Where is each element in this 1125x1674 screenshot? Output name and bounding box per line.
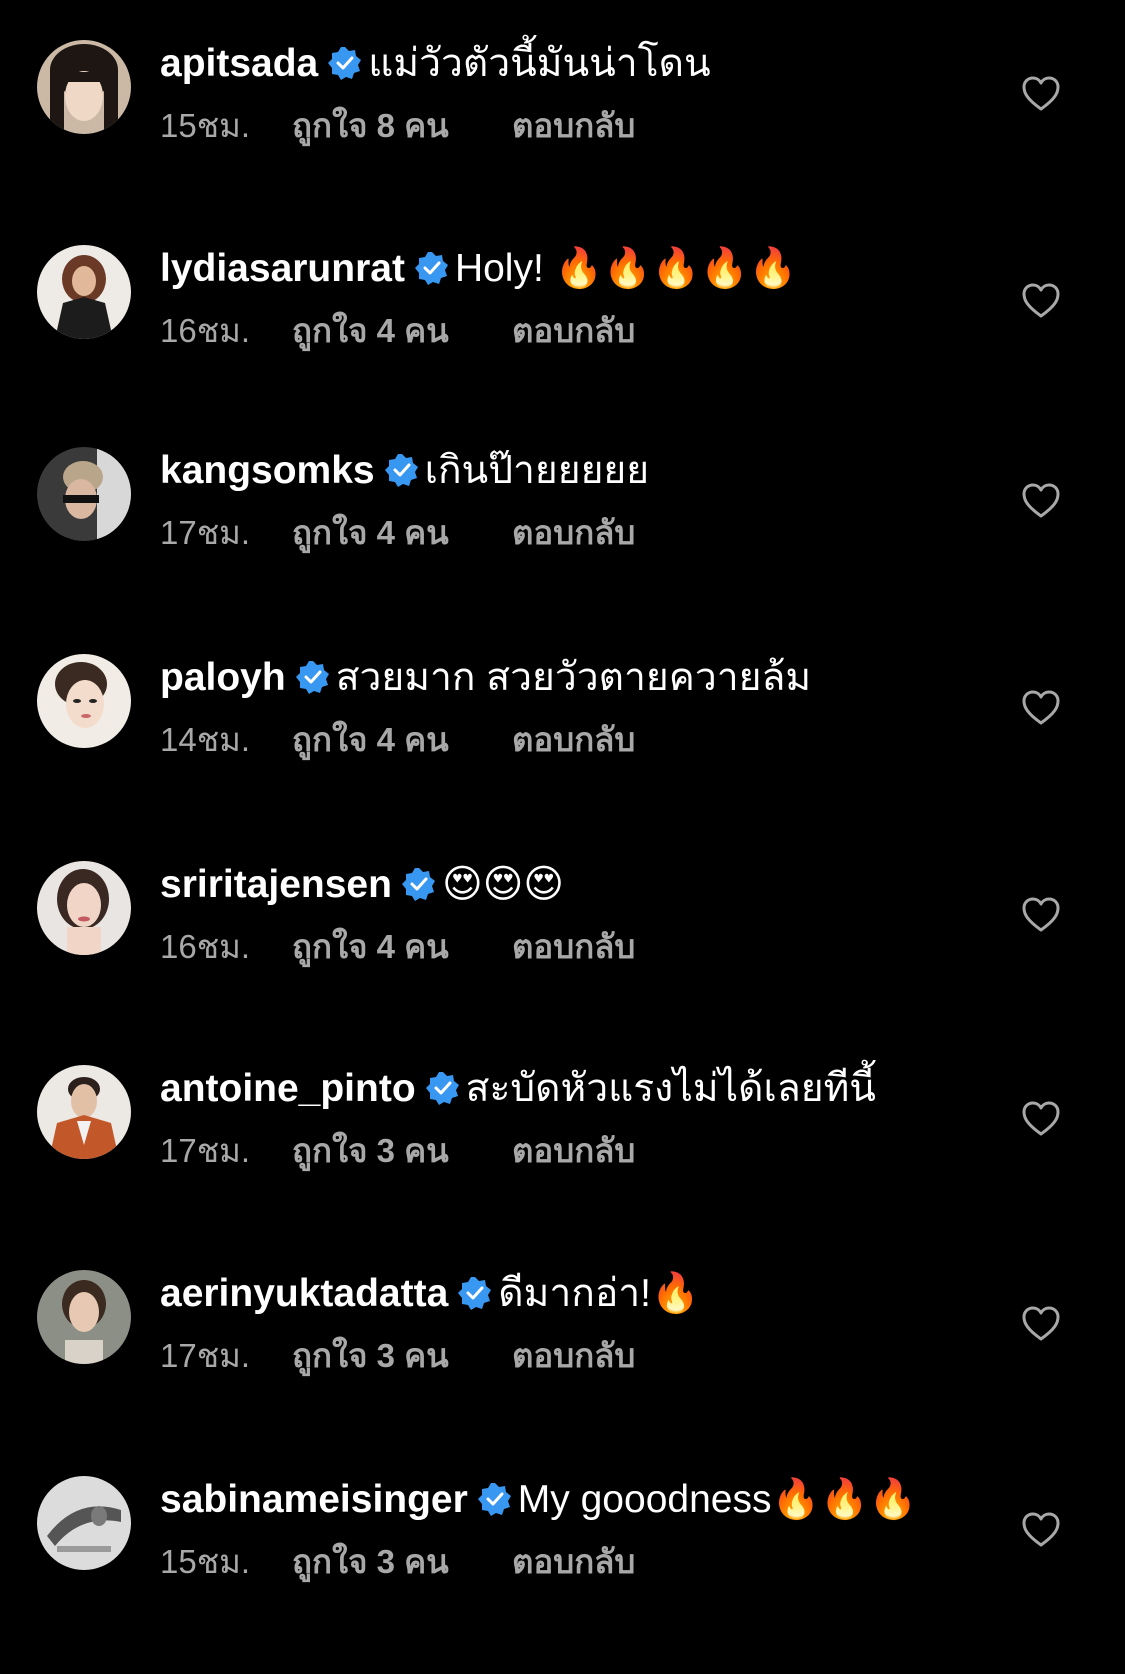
- username[interactable]: apitsada: [160, 42, 318, 85]
- like-heart-icon[interactable]: [1022, 1306, 1060, 1342]
- comment-text: My gooodness🔥🔥🔥: [517, 1478, 918, 1521]
- verified-badge-icon: [384, 453, 419, 487]
- comment-text: สวยมาก สวยวัวตายควายล้ม: [335, 656, 812, 699]
- reply-button[interactable]: ตอบกลับ: [512, 106, 635, 146]
- reply-button[interactable]: ตอบกลับ: [512, 927, 635, 967]
- verified-badge-icon: [477, 1482, 512, 1516]
- avatar[interactable]: [37, 654, 131, 748]
- avatar[interactable]: [37, 1065, 131, 1159]
- verified-badge-icon: [414, 251, 449, 285]
- verified-badge-icon: [328, 46, 362, 80]
- comment-text: ดีมากอ่า!🔥: [498, 1272, 700, 1315]
- reply-button[interactable]: ตอบกลับ: [512, 1336, 635, 1376]
- username[interactable]: sabinameisinger: [160, 1478, 468, 1521]
- likes-count[interactable]: ถูกใจ 4 คน: [292, 927, 512, 967]
- likes-count[interactable]: ถูกใจ 4 คน: [292, 720, 512, 760]
- likes-count[interactable]: ถูกใจ 3 คน: [292, 1336, 512, 1376]
- comment-time: 14ชม.: [160, 721, 251, 758]
- reply-button[interactable]: ตอบกลับ: [512, 311, 635, 351]
- username[interactable]: paloyh: [160, 656, 286, 699]
- comment-time: 16ชม.: [160, 312, 251, 349]
- verified-badge-icon: [295, 660, 330, 694]
- like-heart-icon[interactable]: [1022, 1512, 1060, 1548]
- avatar[interactable]: [37, 1270, 131, 1364]
- comment-time: 15ชม.: [160, 107, 251, 144]
- username[interactable]: sriritajensen: [160, 863, 392, 906]
- like-heart-icon[interactable]: [1022, 76, 1060, 112]
- comment-text: สะบัดหัวแรงไม่ได้เลยทีนี้: [465, 1067, 876, 1110]
- avatar[interactable]: [37, 245, 131, 339]
- verified-badge-icon: [401, 867, 436, 901]
- username[interactable]: kangsomks: [160, 449, 375, 492]
- reply-button[interactable]: ตอบกลับ: [512, 1131, 635, 1171]
- like-heart-icon[interactable]: [1022, 690, 1060, 726]
- comment-text: แม่วัวตัวนี้มันน่าโดน: [368, 42, 711, 85]
- like-heart-icon[interactable]: [1022, 897, 1060, 933]
- likes-count[interactable]: ถูกใจ 3 คน: [292, 1131, 512, 1171]
- likes-count[interactable]: ถูกใจ 4 คน: [292, 513, 512, 553]
- comment-text: 😍😍😍: [441, 863, 564, 906]
- verified-badge-icon: [458, 1276, 492, 1310]
- username[interactable]: lydiasarunrat: [160, 247, 405, 290]
- avatar[interactable]: [37, 447, 131, 541]
- comment-text: Holy! 🔥🔥🔥🔥🔥: [454, 247, 798, 290]
- comment-time: 16ชม.: [160, 928, 251, 965]
- verified-badge-icon: [425, 1071, 460, 1105]
- avatar[interactable]: [37, 861, 131, 955]
- comment-time: 15ชม.: [160, 1543, 251, 1580]
- username[interactable]: antoine_pinto: [160, 1067, 416, 1110]
- like-heart-icon[interactable]: [1022, 483, 1060, 519]
- comment-time: 17ชม.: [160, 1132, 251, 1169]
- comment-time: 17ชม.: [160, 514, 251, 551]
- avatar[interactable]: [37, 1476, 131, 1570]
- reply-button[interactable]: ตอบกลับ: [512, 720, 635, 760]
- reply-button[interactable]: ตอบกลับ: [512, 1542, 635, 1582]
- comment-text: เกินป๊ายยยยย: [424, 449, 650, 492]
- comment-time: 17ชม.: [160, 1337, 251, 1374]
- like-heart-icon[interactable]: [1022, 283, 1060, 319]
- likes-count[interactable]: ถูกใจ 3 คน: [292, 1542, 512, 1582]
- likes-count[interactable]: ถูกใจ 4 คน: [292, 311, 512, 351]
- username[interactable]: aerinyuktadatta: [160, 1272, 448, 1315]
- avatar[interactable]: [37, 40, 131, 134]
- likes-count[interactable]: ถูกใจ 8 คน: [292, 106, 512, 146]
- reply-button[interactable]: ตอบกลับ: [512, 513, 635, 553]
- like-heart-icon[interactable]: [1022, 1101, 1060, 1137]
